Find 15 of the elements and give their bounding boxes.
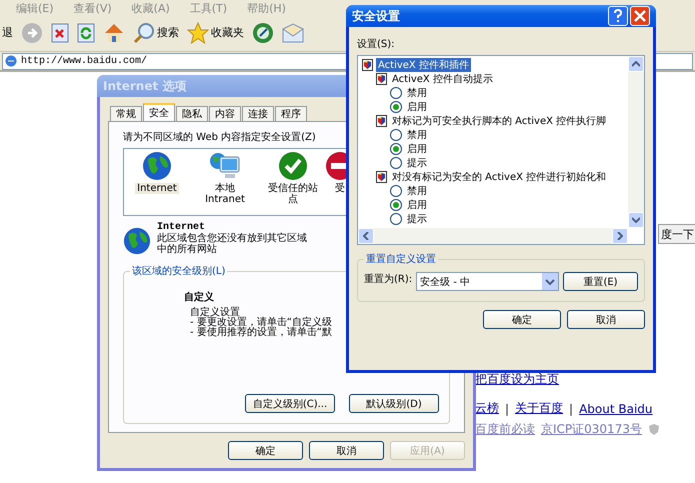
window-title: 安全设置 bbox=[352, 8, 400, 24]
level-description: - 要更改设置，请单击“自定义级 bbox=[189, 318, 332, 328]
window-title: Internet 选项 bbox=[103, 78, 186, 94]
group-label: 该区域的安全级别(L) bbox=[130, 264, 228, 278]
zone-description: 此区域包含您还没有放到其它区域中的所有网站 bbox=[157, 233, 308, 255]
zone-name: Internet bbox=[157, 222, 206, 233]
level-title: 自定义 bbox=[184, 290, 214, 304]
separator-text: | bbox=[569, 402, 574, 416]
settings-label: 设置(S): bbox=[357, 38, 395, 51]
level-description: 自定义设置 bbox=[189, 308, 240, 318]
separator-text: | bbox=[505, 402, 510, 416]
group-label: 重置自定义设置 bbox=[364, 252, 438, 266]
level-description: - 要使用推荐的设置，请单击“默 bbox=[189, 328, 332, 338]
reset-label: 重置为(R): bbox=[364, 272, 412, 286]
zone-prompt: 请为不同区域的 Web 内容指定安全设置(Z) bbox=[123, 130, 316, 144]
